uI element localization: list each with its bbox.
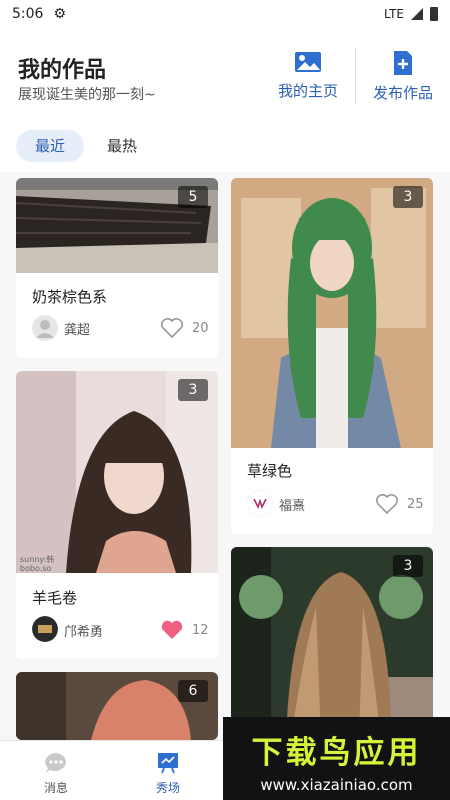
author-avatar	[32, 616, 58, 642]
author-name: 龚超	[64, 323, 91, 338]
signal-icon	[411, 8, 423, 20]
post-title: 草绿色	[247, 462, 293, 480]
photo-caption-line: bobo.so	[20, 564, 52, 573]
author-avatar	[247, 490, 273, 516]
post-card[interactable]: 3 sunny:韩 bobo.so 羊毛卷 邝希勇 12	[16, 371, 218, 659]
photo-count-badge: 3	[393, 186, 423, 208]
like-count: 20	[192, 320, 209, 336]
status-indicators: LTE	[384, 7, 438, 21]
post-photo	[16, 371, 218, 573]
like-count: 25	[407, 496, 424, 512]
post-card[interactable]: 3 草绿色 福熹 25	[231, 178, 433, 534]
post-title: 奶茶棕色系	[32, 288, 108, 306]
header: 我的作品 展现诞生美的那一刻~ 我的主页 发布作品	[0, 28, 450, 120]
tab-hot[interactable]: 最热	[94, 130, 150, 162]
photo-count-badge: 6	[178, 680, 208, 702]
photo-count-badge: 5	[178, 186, 208, 208]
nav-showcase[interactable]: 秀场	[143, 751, 193, 796]
battery-icon	[430, 7, 438, 21]
my-homepage-label: 我的主页	[277, 82, 338, 100]
heart-outline-icon	[161, 318, 183, 339]
photo-gallery-icon	[295, 52, 321, 72]
publish-work-button[interactable]: 发布作品	[371, 50, 435, 103]
like-button[interactable]: 20	[160, 317, 209, 339]
status-time: 5:06	[12, 6, 44, 22]
publish-work-label: 发布作品	[372, 84, 433, 102]
header-divider	[355, 48, 356, 104]
watermark-brand: 下载鸟应用	[251, 735, 422, 771]
post-photo	[231, 178, 433, 448]
nav-messages[interactable]: 消息	[31, 751, 81, 796]
network-type: LTE	[384, 7, 404, 21]
heart-filled-icon	[161, 620, 183, 639]
heart-outline-icon	[376, 494, 398, 515]
like-button[interactable]: 12	[160, 619, 209, 641]
author-name: 邝希勇	[64, 625, 104, 640]
status-bar: 5:06 ⚙ LTE	[0, 0, 450, 28]
chat-bubble-icon	[45, 753, 66, 773]
post-card[interactable]: 5 奶茶棕色系 龚超 20	[16, 178, 218, 358]
watermark-url: www.xiazainiao.com	[260, 776, 413, 794]
stage-board-icon	[158, 753, 178, 774]
like-button[interactable]: 25	[375, 493, 424, 515]
post-title: 羊毛卷	[32, 589, 78, 607]
add-document-icon	[394, 51, 412, 75]
page-subtitle: 展现诞生美的那一刻~	[18, 87, 156, 103]
photo-caption: sunny:韩 bobo.so	[20, 555, 54, 573]
nav-showcase-label: 秀场	[155, 781, 180, 795]
my-homepage-button[interactable]: 我的主页	[275, 50, 341, 101]
author-avatar	[32, 315, 58, 341]
settings-gear-icon: ⚙	[53, 6, 67, 22]
photo-count-badge: 3	[178, 379, 208, 401]
author-name: 福熹	[279, 499, 306, 514]
photo-caption-line: sunny:韩	[20, 555, 55, 564]
sort-tabs: 最近 最热	[0, 120, 450, 172]
nav-messages-label: 消息	[43, 781, 68, 795]
watermark-overlay: 下载鸟应用 www.xiazainiao.com	[223, 717, 450, 800]
post-card[interactable]: 3	[231, 547, 433, 740]
photo-count-badge: 3	[393, 555, 423, 577]
page-title: 我的作品	[18, 58, 107, 83]
post-card[interactable]: 6	[16, 672, 218, 740]
like-count: 12	[192, 622, 209, 638]
tab-recent[interactable]: 最近	[16, 130, 84, 162]
